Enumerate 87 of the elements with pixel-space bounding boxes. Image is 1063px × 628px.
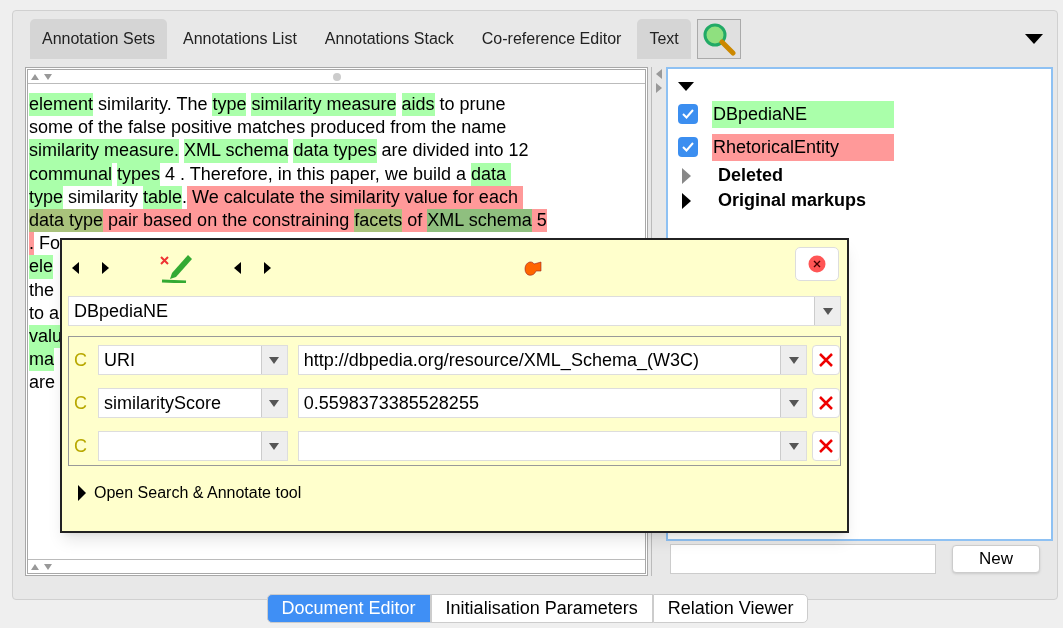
annotation-highlight: communal xyxy=(29,162,113,186)
text-span: the xyxy=(29,278,55,302)
close-button[interactable] xyxy=(795,247,839,281)
close-icon xyxy=(818,438,834,454)
feature-name-combo[interactable]: similarityScore xyxy=(97,388,288,418)
next-icon[interactable] xyxy=(102,262,110,274)
tab-menu-icon[interactable] xyxy=(1025,34,1043,44)
annotation-highlight: of xyxy=(402,208,428,233)
annotation-highlight: XML schema xyxy=(427,208,532,233)
next-icon[interactable] xyxy=(264,262,272,274)
tab[interactable]: Text xyxy=(637,19,691,59)
collapsed-arrow-icon[interactable] xyxy=(682,192,691,209)
close-icon xyxy=(818,352,834,368)
annotation-highlight: aids xyxy=(401,93,435,117)
annotation-type-label[interactable]: RhetoricalEntity xyxy=(712,133,894,161)
text-span: are divided into 12 xyxy=(380,139,529,163)
annotation-set-label[interactable]: Deleted xyxy=(718,162,784,189)
annotation-highlight: table xyxy=(143,185,183,209)
checkmark-icon xyxy=(682,142,694,152)
collapse-left-icon[interactable] xyxy=(654,69,663,79)
annotation-highlight: type xyxy=(29,185,64,209)
annotation-highlight: element xyxy=(29,93,94,117)
expanded-arrow-icon[interactable] xyxy=(678,81,694,91)
search-icon xyxy=(701,22,736,56)
annotation-type-label[interactable]: DBpediaNE xyxy=(712,100,894,128)
text-span: . xyxy=(182,185,188,209)
annotation-highlight: data xyxy=(470,162,511,186)
feature-value-combo[interactable]: 0.5598373385528255 xyxy=(297,388,808,418)
text-span: Fo xyxy=(38,232,61,256)
collapse-right-icon[interactable] xyxy=(654,83,663,93)
annotation-highlight: data types xyxy=(293,139,377,163)
close-icon xyxy=(808,255,826,273)
remove-feature-button[interactable] xyxy=(812,388,840,418)
annotation-set-label[interactable]: Original markups xyxy=(718,187,867,214)
split-handle[interactable] xyxy=(333,73,341,81)
text-span: some of the false positive matches produced from the name xyxy=(29,116,507,140)
text-span: are xyxy=(29,371,55,395)
dropdown-icon xyxy=(788,442,799,450)
set-name-field[interactable] xyxy=(670,544,936,574)
collapsed-arrow-icon[interactable] xyxy=(78,485,86,501)
annotation-type: DBpediaNE xyxy=(73,300,170,323)
checkbox[interactable] xyxy=(678,137,698,157)
annotation-highlight: types xyxy=(117,162,161,186)
text-span: 4 . Therefore, in this paper, we build a xyxy=(164,162,467,186)
annotation-highlight: pair based on the constraining xyxy=(103,208,355,233)
annotation-highlight: facets xyxy=(354,208,403,233)
dropdown-icon xyxy=(788,356,799,364)
annotation-highlight: ma xyxy=(29,348,54,372)
dropdown-icon xyxy=(269,442,280,450)
annotation-highlight: type xyxy=(212,93,247,117)
feature-marker: C xyxy=(74,391,88,415)
tab[interactable]: Annotations Stack xyxy=(312,19,466,59)
checkmark-icon xyxy=(682,109,694,119)
annotation-highlight: similarity measure. xyxy=(29,139,180,163)
annotation-highlight: similarity measure xyxy=(251,93,397,117)
feature-marker: C xyxy=(74,348,88,372)
checkbox[interactable] xyxy=(678,104,698,124)
remove-feature-button[interactable] xyxy=(812,345,840,375)
text-span: similarity xyxy=(67,185,140,209)
feature-name-combo[interactable]: URI xyxy=(97,345,288,375)
annotation-type-combo[interactable]: DBpediaNE xyxy=(68,296,841,326)
text-span: to a xyxy=(29,301,60,325)
text-span: to prune xyxy=(438,93,506,116)
previous-icon[interactable] xyxy=(72,262,80,274)
search-annotate-toggle[interactable]: Open Search & Annotate tool xyxy=(94,481,302,505)
search-button[interactable] xyxy=(696,19,741,59)
tab[interactable]: Initialisation Parameters xyxy=(430,594,653,623)
dropdown-icon xyxy=(269,356,280,364)
previous-icon[interactable] xyxy=(234,262,242,274)
annotation-highlight: ele xyxy=(29,255,54,279)
annotation-highlight: . xyxy=(29,232,34,256)
tab[interactable]: Annotations List xyxy=(170,19,309,59)
annotation-highlight: data type xyxy=(29,208,104,233)
annotation-highlight: XML schema xyxy=(184,139,289,163)
dropdown-icon xyxy=(269,399,280,407)
close-icon xyxy=(818,395,834,411)
tab[interactable]: Annotation Sets xyxy=(30,19,167,59)
feature-marker: C xyxy=(74,434,88,458)
text-span: similarity. The xyxy=(97,93,209,116)
dropdown-icon xyxy=(822,307,833,315)
feature-value-combo[interactable]: http://dbpedia.org/resource/XML_Schema_(W3C) xyxy=(297,345,808,375)
tab[interactable]: Relation Viewer xyxy=(652,594,809,623)
remove-feature-button[interactable] xyxy=(812,431,840,461)
tab[interactable]: Co-reference Editor xyxy=(469,19,634,59)
new-button[interactable]: New xyxy=(952,545,1040,573)
annotation-highlight: We calculate the similarity value for each xyxy=(187,185,523,209)
dropdown-icon xyxy=(788,399,799,407)
